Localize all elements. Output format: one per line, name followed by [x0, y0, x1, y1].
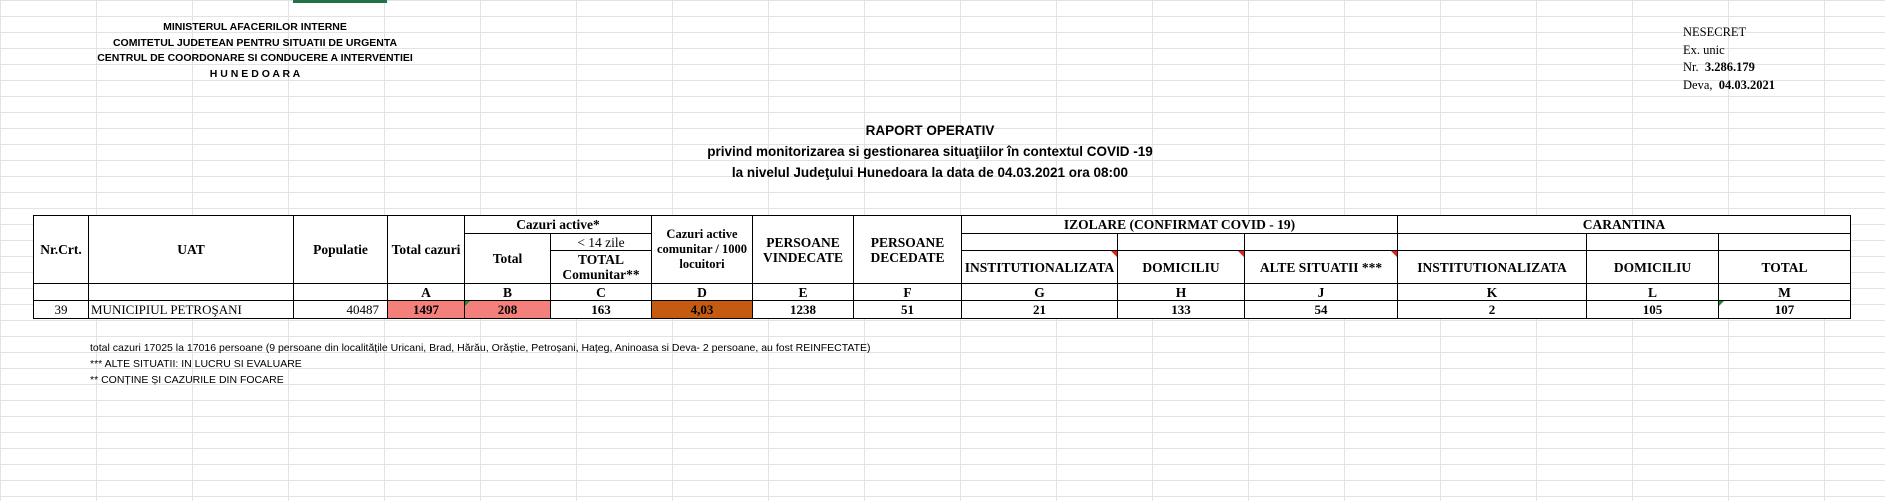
isolation-spacer-2: [1117, 233, 1245, 251]
letter-d: D: [651, 283, 753, 301]
header-quarantine-institutional: INSTITUTIONALIZATA: [1397, 250, 1587, 284]
cell-total-cases[interactable]: 1497: [387, 300, 465, 319]
ministry-header: MINISTERUL AFACERILOR INTERNE COMITETUL …: [95, 20, 415, 82]
letter-empty-2: [88, 283, 294, 301]
nr-label: Nr.: [1683, 60, 1699, 74]
letter-l: L: [1586, 283, 1719, 301]
title-line-3: la nivelul Judeţului Hunedoara la data d…: [731, 165, 1129, 180]
cell-isolation-home[interactable]: 133: [1117, 300, 1245, 319]
note-outbreaks: ** CONȚINE ȘI CAZURILE DIN FOCARE: [90, 374, 284, 386]
title-line-1: RAPORT OPERATIV: [865, 123, 995, 138]
cell-isolation-institutional[interactable]: 21: [961, 300, 1118, 319]
header-isolation-home: DOMICILIU: [1117, 250, 1245, 284]
header-quarantine: CARANTINA: [1397, 215, 1851, 234]
letter-a: A: [387, 283, 465, 301]
header-nr: Nr.Crt.: [33, 215, 89, 284]
cell-recovered[interactable]: 1238: [752, 300, 854, 319]
ministry-line-1: MINISTERUL AFACERILOR INTERNE: [163, 21, 347, 33]
letter-m: M: [1718, 283, 1851, 301]
letter-h: H: [1117, 283, 1245, 301]
header-quarantine-total: TOTAL: [1718, 250, 1851, 284]
isolation-spacer-3: [1244, 233, 1398, 251]
letter-j: J: [1244, 283, 1398, 301]
header-population: Populatie: [293, 215, 388, 284]
registration-number: Nr. 3.286.179: [1683, 59, 1853, 77]
classification: NESECRET: [1683, 25, 1747, 39]
header-isolation: IZOLARE (CONFIRMAT COVID - 19): [961, 215, 1398, 234]
ministry-line-2: COMITETUL JUDETEAN PENTRU SITUATII DE UR…: [112, 36, 398, 49]
cell-rate[interactable]: 4,03: [651, 300, 753, 319]
header-uat: UAT: [88, 215, 294, 284]
copy-label: Ex. unic: [1683, 42, 1725, 57]
cell-quarantine-total[interactable]: 107: [1718, 300, 1851, 319]
nr-value: 3.286.179: [1704, 60, 1755, 74]
place-date: Deva, 04.03.2021: [1683, 77, 1853, 95]
ministry-line-4: H U N E D O A R A: [209, 67, 301, 80]
cell-quarantine-home[interactable]: 105: [1586, 300, 1719, 319]
cell-deceased[interactable]: 51: [853, 300, 962, 319]
header-deceased: PERSOANE DECEDATE: [853, 215, 962, 284]
classification-block: NESECRET Ex. unic Nr. 3.286.179 Deva, 04…: [1683, 24, 1853, 94]
ministry-line-3: CENTRUL DE COORDONARE SI CONDUCERE A INT…: [97, 52, 413, 64]
cell-active-total[interactable]: 208: [464, 300, 551, 319]
note-total-cases: total cazuri 17025 la 17016 persoane (9 …: [90, 342, 871, 354]
header-rate: Cazuri active comunitar / 1000 locuitori: [651, 215, 753, 284]
cell-isolation-other[interactable]: 54: [1244, 300, 1398, 319]
cell-population[interactable]: 40487: [293, 300, 388, 319]
report-table: Nr.Crt. UAT Populatie Total cazuri Cazur…: [33, 215, 1851, 319]
header-total-cases: Total cazuri: [387, 215, 465, 284]
cell-uat[interactable]: MUNICIPIUL PETROŞANI: [88, 300, 294, 319]
quarantine-spacer-2: [1586, 233, 1719, 251]
header-quarantine-home: DOMICILIU: [1586, 250, 1719, 284]
header-active-cases: Cazuri active*: [464, 215, 652, 234]
cell-quarantine-institutional[interactable]: 2: [1397, 300, 1587, 319]
letter-e: E: [752, 283, 854, 301]
letter-b: B: [464, 283, 551, 301]
header-active-14days: < 14 zile: [550, 233, 652, 251]
letter-k: K: [1397, 283, 1587, 301]
note-other-situations: *** ALTE SITUATII: IN LUCRU SI EVALUARE: [90, 358, 302, 370]
header-community-total: TOTAL Comunitar**: [550, 250, 652, 284]
header-active-total: Total: [464, 233, 551, 284]
header-recovered: PERSOANE VINDECATE: [752, 215, 854, 284]
cell-nr[interactable]: 39: [33, 300, 89, 319]
header-isolation-institutional: INSTITUTIONALIZATA: [961, 250, 1118, 284]
header-isolation-other: ALTE SITUATII ***: [1244, 250, 1398, 284]
isolation-spacer-1: [961, 233, 1118, 251]
table-row: 39 MUNICIPIUL PETROŞANI 40487 1497 208 1…: [33, 300, 1851, 319]
letter-c: C: [550, 283, 652, 301]
date-value: 04.03.2021: [1718, 77, 1775, 92]
footnotes: total cazuri 17025 la 17016 persoane (9 …: [90, 340, 871, 388]
letter-g: G: [961, 283, 1118, 301]
letter-empty-1: [33, 283, 89, 301]
letter-empty-3: [293, 283, 388, 301]
report-title: RAPORT OPERATIV privind monitorizarea si…: [600, 120, 1260, 183]
quarantine-spacer-3: [1718, 233, 1851, 251]
active-column-indicator: [293, 0, 387, 3]
place-label: Deva,: [1683, 77, 1713, 92]
letter-f: F: [853, 283, 962, 301]
title-line-2: privind monitorizarea si gestionarea sit…: [707, 144, 1153, 159]
quarantine-spacer-1: [1397, 233, 1587, 251]
cell-community-total[interactable]: 163: [550, 300, 652, 319]
